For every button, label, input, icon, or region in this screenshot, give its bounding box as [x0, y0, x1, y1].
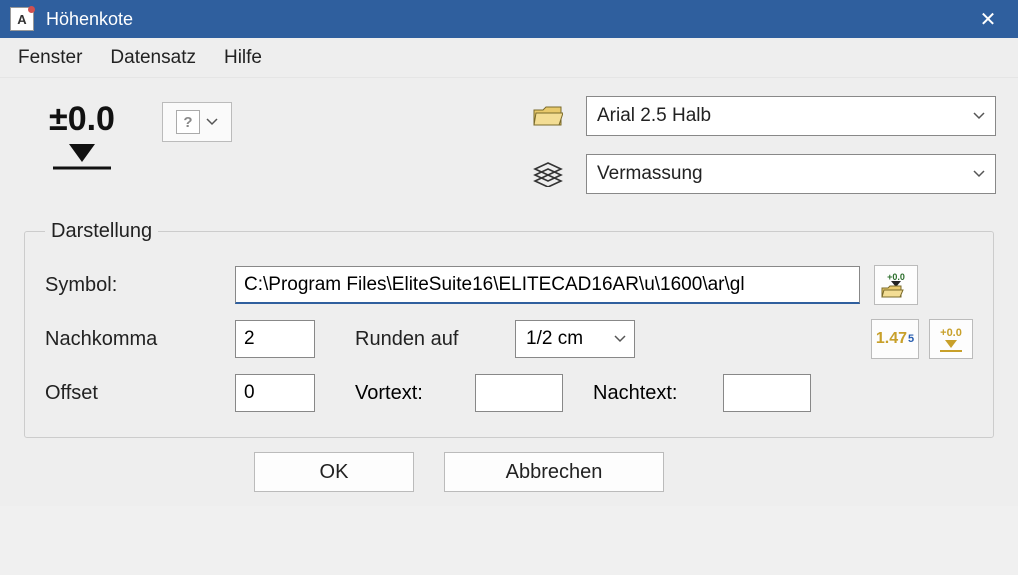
zero-sign-toggle[interactable]: +0.0: [929, 319, 973, 359]
folder-marker-icon: +0.0: [879, 270, 913, 300]
svg-text:+0.0: +0.0: [940, 327, 962, 339]
menubar: Fenster Datensatz Hilfe: [0, 38, 1018, 78]
chevron-down-icon: [614, 335, 626, 343]
close-button[interactable]: ✕: [968, 7, 1008, 32]
offset-input[interactable]: [235, 374, 315, 412]
chevron-down-icon: [973, 112, 985, 120]
display-group: Darstellung Symbol: +0.0 Nachkomma Runde…: [24, 220, 994, 438]
ok-button[interactable]: OK: [254, 452, 414, 492]
chevron-down-icon: [206, 118, 218, 126]
content-area: ±0.0 ? Arial 2.5 Halb: [0, 78, 1018, 506]
menu-help[interactable]: Hilfe: [224, 47, 262, 69]
zero-sign-icon: +0.0: [934, 324, 968, 354]
svg-text:+0.0: +0.0: [887, 272, 905, 282]
round-select[interactable]: 1/2 cm: [515, 320, 635, 358]
highindex-toggle[interactable]: 1.475: [871, 319, 919, 359]
preview-marker-icon: [47, 138, 117, 172]
posttext-label: Nachtext:: [593, 382, 723, 405]
offset-label: Offset: [45, 382, 235, 405]
browse-symbol-button[interactable]: +0.0: [874, 265, 918, 305]
folder-icon: [528, 105, 568, 127]
template-dropdown[interactable]: ?: [162, 102, 232, 142]
round-label: Runden auf: [355, 328, 515, 351]
decimals-input[interactable]: [235, 320, 315, 358]
group-title: Darstellung: [45, 220, 158, 243]
round-value: 1/2 cm: [526, 328, 606, 350]
pretext-label: Vortext:: [355, 382, 475, 405]
preview-text: ±0.0: [49, 102, 115, 136]
menu-window[interactable]: Fenster: [18, 47, 82, 69]
menu-dataset[interactable]: Datensatz: [110, 47, 196, 69]
pretext-input[interactable]: [475, 374, 563, 412]
highindex-sample: 1.47: [876, 330, 907, 348]
chevron-down-icon: [973, 170, 985, 178]
text-style-value: Arial 2.5 Halb: [597, 105, 973, 127]
elevation-preview: ±0.0: [22, 96, 142, 186]
text-style-combo[interactable]: Arial 2.5 Halb: [586, 96, 996, 136]
question-icon: ?: [176, 110, 200, 134]
layer-value: Vermassung: [597, 163, 973, 185]
app-icon: A: [10, 7, 34, 31]
layer-combo[interactable]: Vermassung: [586, 154, 996, 194]
titlebar: A Höhenkote ✕: [0, 0, 1018, 38]
layers-icon: [528, 161, 568, 187]
window-title: Höhenkote: [46, 9, 968, 30]
symbol-label: Symbol:: [45, 274, 235, 297]
decimals-label: Nachkomma: [45, 328, 235, 351]
posttext-input[interactable]: [723, 374, 811, 412]
symbol-path-input[interactable]: [235, 266, 860, 304]
cancel-button[interactable]: Abbrechen: [444, 452, 664, 492]
